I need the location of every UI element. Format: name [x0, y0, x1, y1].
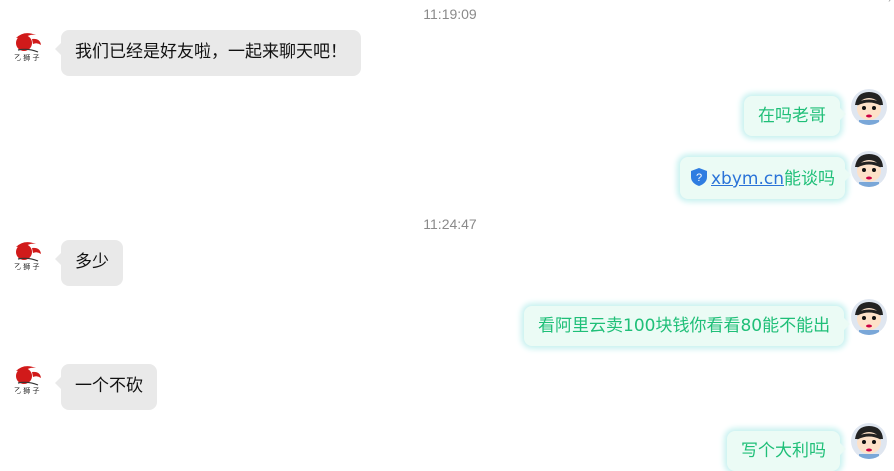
red-lion-logo-icon: 乙 狮 子 [10, 237, 46, 273]
self-avatar[interactable] [851, 151, 887, 187]
svg-text:乙 狮 子: 乙 狮 子 [14, 263, 39, 271]
message-text: 能谈吗 [784, 169, 835, 189]
message-bubble-outgoing[interactable]: 看阿里云卖100块钱你看看80能不能出 [524, 306, 851, 346]
message-text: 看阿里云卖100块钱你看看80能不能出 [538, 316, 831, 336]
contact-avatar[interactable]: 乙 狮 子 [10, 237, 46, 273]
cartoon-boy-icon [851, 151, 887, 187]
message-bubble-outgoing[interactable]: 写个大利吗 [727, 431, 846, 471]
self-avatar[interactable] [851, 423, 887, 459]
message-text: 一个不砍 [75, 376, 143, 396]
message-bubble-incoming[interactable]: 一个不砍 [55, 364, 157, 410]
timestamp: 11:19:09 [423, 6, 477, 22]
shield-icon: ? [690, 167, 708, 193]
message-link[interactable]: xbym.cn [711, 169, 784, 189]
cartoon-boy-icon [851, 299, 887, 335]
message-text: 多少 [75, 252, 109, 272]
message-bubble-incoming[interactable]: 多少 [55, 240, 123, 286]
message-bubble-outgoing[interactable]: ? xbym.cn能谈吗 [680, 157, 851, 199]
message-text: 写个大利吗 [741, 441, 826, 461]
svg-text:乙 狮 子: 乙 狮 子 [14, 387, 39, 395]
contact-avatar[interactable]: 乙 狮 子 [10, 361, 46, 397]
svg-text:?: ? [696, 172, 702, 184]
red-lion-logo-icon: 乙 狮 子 [10, 361, 46, 397]
contact-avatar[interactable]: 乙 狮 子 [10, 28, 46, 64]
red-lion-logo-icon: 乙 狮 子 [10, 28, 46, 64]
message-bubble-outgoing[interactable]: 在吗老哥 [744, 96, 846, 136]
message-text: 在吗老哥 [758, 106, 826, 126]
message-text: 我们已经是好友啦，一起来聊天吧！ [75, 42, 347, 62]
self-avatar[interactable] [851, 299, 887, 335]
self-avatar[interactable] [851, 89, 887, 125]
timestamp: 11:24:47 [423, 216, 477, 232]
cartoon-boy-icon [851, 89, 887, 125]
message-bubble-incoming[interactable]: 我们已经是好友啦，一起来聊天吧！ [55, 30, 361, 76]
svg-text:乙 狮 子: 乙 狮 子 [14, 54, 39, 62]
cartoon-boy-icon [851, 423, 887, 459]
